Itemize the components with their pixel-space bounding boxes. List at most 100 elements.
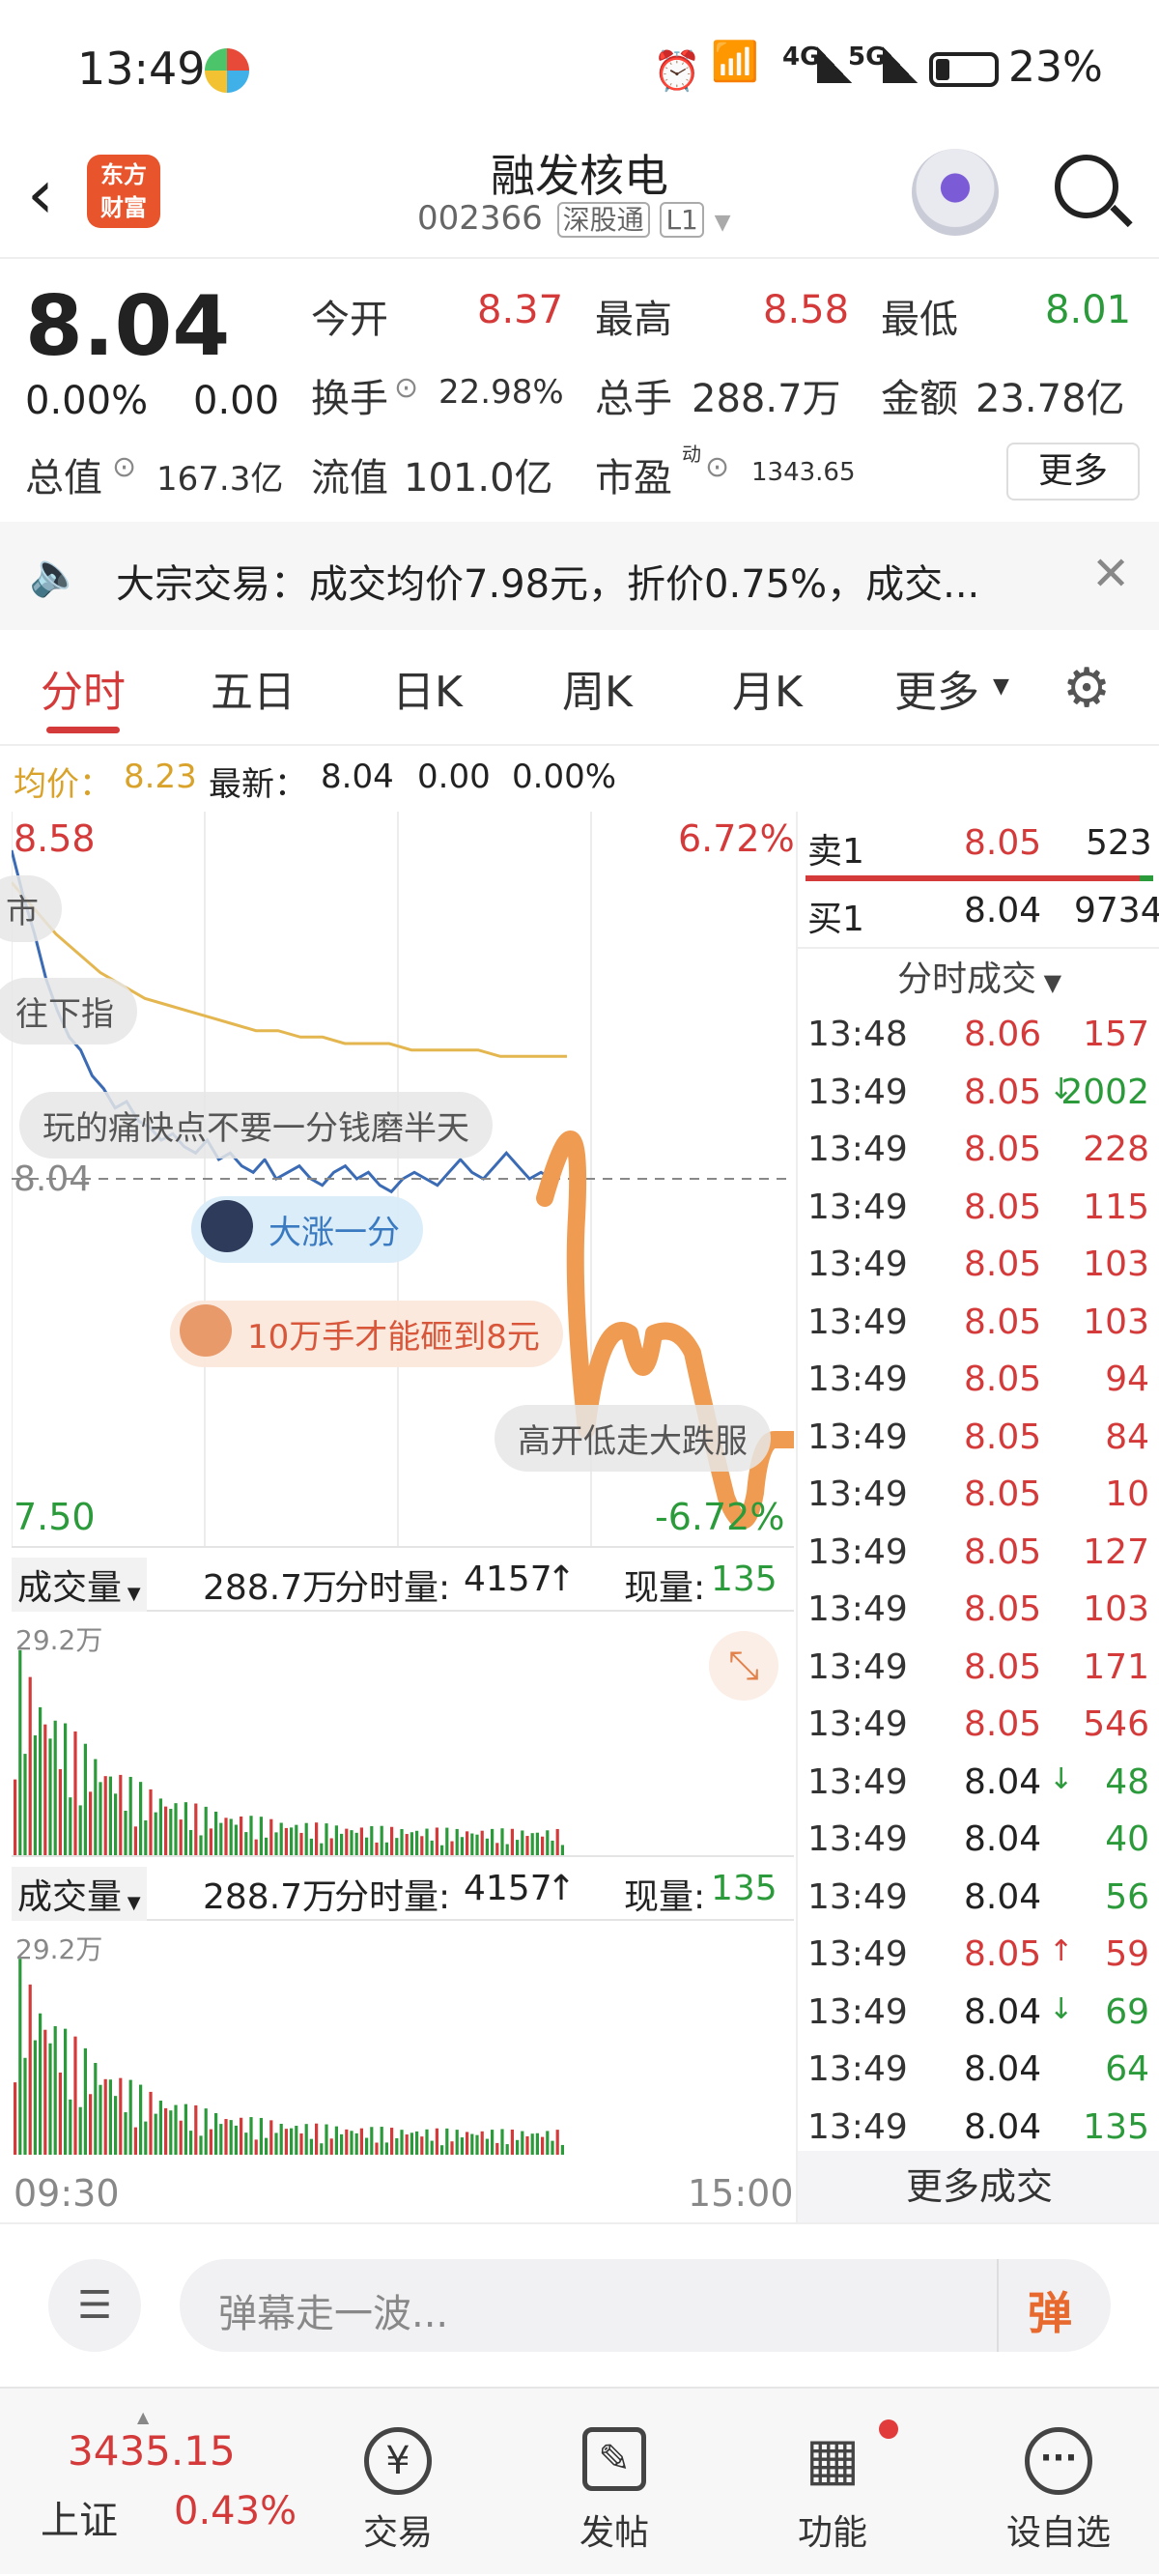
volume-dropdown[interactable]: 成交量 ▼ bbox=[12, 1867, 147, 1921]
volume-bar bbox=[380, 2127, 383, 2155]
tick-arrow: ↓ bbox=[1049, 1991, 1074, 2026]
volume-bar bbox=[546, 1830, 550, 1855]
volume-bar bbox=[78, 2106, 82, 2155]
danmaku-input[interactable]: 弹幕走一波... 弹 bbox=[180, 2259, 1111, 2352]
tab-daily-k[interactable]: 日K bbox=[392, 657, 463, 719]
ticks-title-button[interactable]: 分时成交 ▼ bbox=[798, 951, 1159, 1001]
robot-assistant-icon[interactable] bbox=[912, 149, 999, 236]
info-icon[interactable]: ⊙ bbox=[394, 371, 418, 405]
send-danmaku-button[interactable]: 弹 bbox=[1028, 2278, 1072, 2342]
volume-bar bbox=[304, 2124, 308, 2155]
tab-monthly-k[interactable]: 月K bbox=[732, 657, 803, 719]
notice-bar[interactable]: 🔈 大宗交易：成交均价7.98元，折价0.75%，成交... ✕ bbox=[0, 522, 1159, 630]
volume-bar bbox=[14, 1779, 17, 1855]
volume-bar bbox=[18, 1649, 22, 1855]
volume-bar bbox=[194, 1803, 198, 1855]
change-pct: 0.00% bbox=[25, 379, 149, 423]
nav-functions[interactable]: ▦ 功能 bbox=[755, 2419, 910, 2555]
chevron-down-icon: ▼ bbox=[122, 1584, 141, 1604]
volume-bar bbox=[345, 2129, 349, 2155]
danmaku-bubble[interactable]: 大涨一分 bbox=[191, 1196, 423, 1263]
tick-volume: 135 bbox=[1083, 2106, 1149, 2147]
volume-bar bbox=[420, 2136, 424, 2155]
close-icon[interactable]: ✕ bbox=[1091, 547, 1130, 601]
volume-bar bbox=[329, 2138, 333, 2155]
arrow-up-icon: ↑ bbox=[547, 1869, 577, 1908]
gear-icon[interactable]: ⚙ bbox=[1062, 657, 1111, 720]
volume-bar bbox=[505, 1844, 509, 1855]
ticks-title: 分时成交 bbox=[896, 959, 1036, 999]
volume-bar bbox=[89, 2094, 93, 2155]
tab-intraday[interactable]: 分时 bbox=[41, 657, 126, 719]
volume-bar bbox=[320, 1843, 324, 1855]
tick-time: 13:49 bbox=[807, 1646, 908, 1687]
volume-bar bbox=[58, 1768, 62, 1855]
volume-bar bbox=[89, 1791, 93, 1855]
volume-bar bbox=[184, 1802, 187, 1855]
volume-bar bbox=[234, 1824, 238, 1855]
more-dots-icon: ··· bbox=[1025, 2427, 1092, 2495]
volume-bar bbox=[430, 1840, 434, 1855]
tick-row: 13:49 8.05 103 bbox=[807, 1302, 1155, 1360]
volume-bar bbox=[114, 2096, 118, 2155]
stock-code-row[interactable]: 002366 深股通 L1 ▼ bbox=[417, 199, 731, 238]
volume-bar bbox=[505, 2144, 509, 2155]
tick-row: 13:49 8.04 64 bbox=[807, 2049, 1155, 2107]
nav-trade[interactable]: ¥ 交易 bbox=[321, 2427, 475, 2555]
nav-trade-label: 交易 bbox=[362, 2513, 433, 2553]
tick-volume: 40 bbox=[1105, 1819, 1149, 1859]
volume-bar bbox=[209, 2129, 212, 2155]
danmaku-bubble[interactable]: 玩的痛快点不要一分钱磨半天 bbox=[19, 1092, 493, 1159]
danmaku-bubble[interactable]: 高开低走大跌服 bbox=[495, 1405, 771, 1472]
tick-price: 8.05 bbox=[964, 1646, 1042, 1687]
app-logo: 东方 财富 bbox=[87, 155, 160, 228]
danmaku-bubble[interactable]: 往下指 bbox=[0, 978, 137, 1045]
volume-bar bbox=[18, 1959, 22, 2155]
volume-bar bbox=[199, 2135, 203, 2155]
volume-value: 288.7万 bbox=[692, 377, 841, 421]
nav-post[interactable]: ✎ 发帖 bbox=[537, 2427, 692, 2555]
tick-price: 8.05 bbox=[964, 1704, 1042, 1744]
tick-time: 13:49 bbox=[807, 1991, 908, 2032]
nav-add-watchlist[interactable]: ··· 设自选 bbox=[981, 2427, 1136, 2555]
volume-bar bbox=[340, 1833, 344, 1855]
more-button[interactable]: 更多 bbox=[1006, 443, 1140, 501]
tick-time: 13:49 bbox=[807, 2106, 908, 2147]
info-icon[interactable]: ⊙ bbox=[705, 450, 729, 484]
tick-row: 13:49 8.05 94 bbox=[807, 1360, 1155, 1417]
tick-volume: 546 bbox=[1083, 1704, 1149, 1744]
volume-bar bbox=[259, 2117, 263, 2155]
tab-weekly-k[interactable]: 周K bbox=[562, 657, 633, 719]
tick-time: 13:48 bbox=[807, 1015, 908, 1054]
tab-five-day[interactable]: 五日 bbox=[211, 657, 296, 719]
intraday-chart[interactable]: 8.58 6.72% 8.04 7.50 -6.72% 市 往下指 玩的痛快点不… bbox=[0, 812, 795, 1546]
volume-bar bbox=[133, 1826, 137, 1855]
danmaku-bubble[interactable]: 10万手才能砸到8元 bbox=[170, 1301, 563, 1367]
battery-percent: 23% bbox=[1008, 43, 1103, 92]
more-ticks-button[interactable]: 更多成交 bbox=[798, 2151, 1159, 2222]
volume-bar bbox=[14, 2082, 17, 2155]
volume-bar bbox=[354, 2132, 358, 2155]
volume-bar bbox=[124, 2112, 127, 2155]
volume-bar bbox=[546, 2131, 550, 2155]
tick-time: 13:49 bbox=[807, 1531, 908, 1572]
volume-bar bbox=[259, 1817, 263, 1855]
volume-dropdown[interactable]: 成交量 ▼ bbox=[12, 1558, 147, 1612]
tick-price: 8.05 bbox=[964, 1934, 1042, 1974]
volume-bar bbox=[240, 2117, 243, 2155]
float-label: 流值 bbox=[311, 456, 388, 501]
danmaku-settings-icon[interactable]: ☰ bbox=[48, 2259, 141, 2352]
back-icon[interactable]: ‹ bbox=[27, 160, 54, 228]
avg-label: 均价： bbox=[14, 765, 112, 804]
info-icon[interactable]: ⊙ bbox=[112, 450, 136, 484]
bid-price: 8.04 bbox=[964, 891, 1042, 930]
tick-row: 13:49 8.04 56 bbox=[807, 1877, 1155, 1935]
index-widget[interactable]: ▲ 3435.15 上证 0.43% bbox=[0, 2389, 309, 2576]
volume-bar bbox=[33, 1735, 37, 1855]
caret-down-icon: ▼ bbox=[1035, 969, 1062, 996]
tick-row: 13:49 8.05 115 bbox=[807, 1188, 1155, 1245]
tab-more[interactable]: 更多 bbox=[894, 657, 979, 719]
tick-row: 13:49 8.05 ↓ 2002 bbox=[807, 1073, 1155, 1131]
volume-bar bbox=[274, 1832, 278, 1855]
volume-bar bbox=[265, 2137, 269, 2155]
